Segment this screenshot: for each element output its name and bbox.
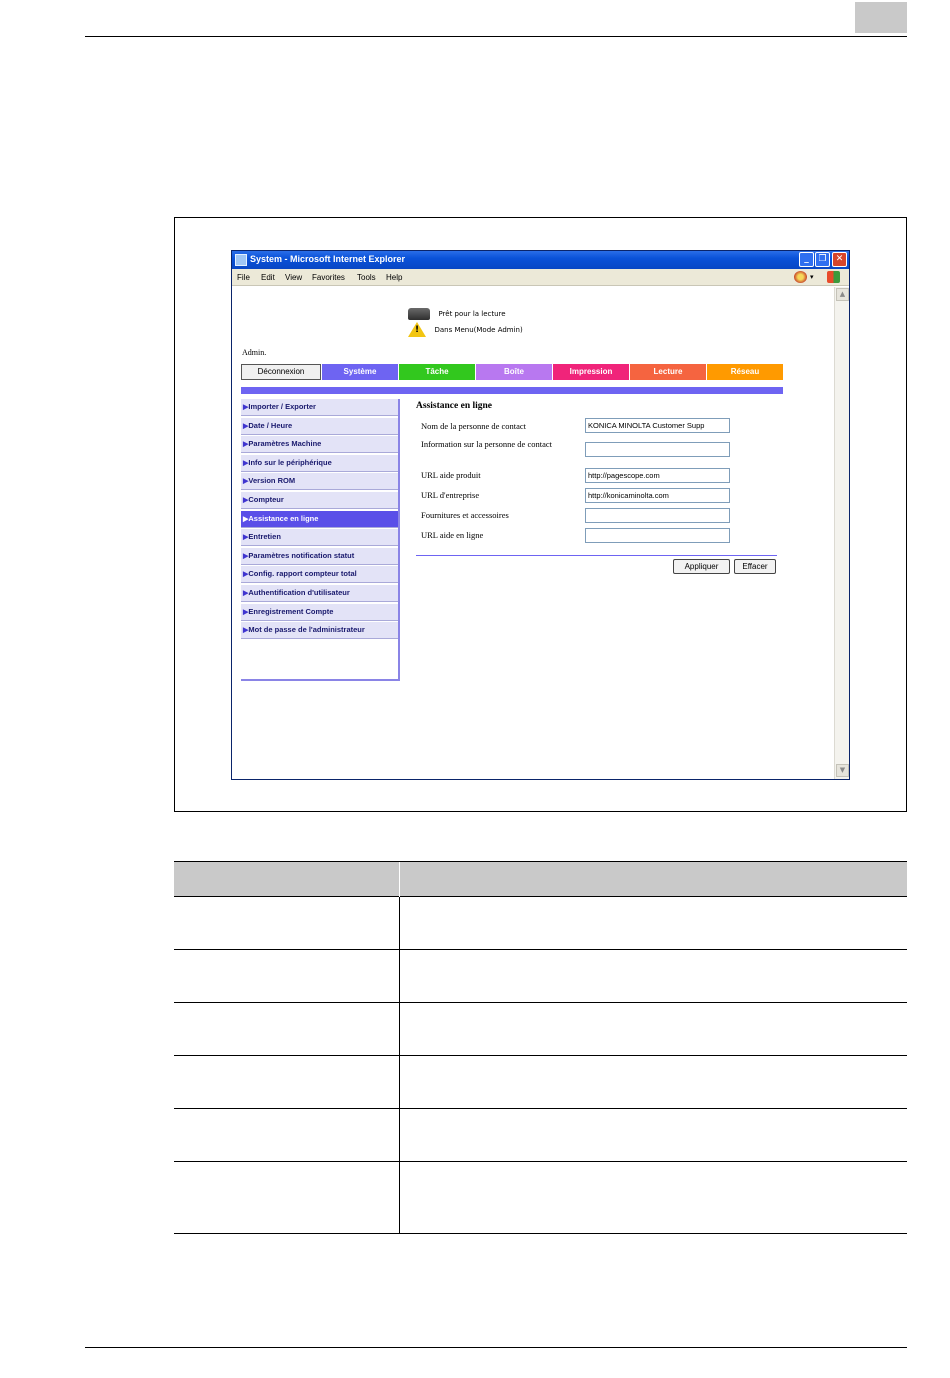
- supplies-input[interactable]: [585, 508, 730, 523]
- sidebar-item-version-rom[interactable]: ▶Version ROM: [241, 473, 398, 491]
- sidebar-item-label: Paramètres notification statut: [248, 550, 355, 560]
- sidebar-item-label: Importer / Exporter: [248, 402, 316, 411]
- sidebar-item-label: Mot de passe de l'administrateur: [248, 625, 365, 635]
- menu-favorites[interactable]: Favorites: [312, 273, 345, 282]
- maximize-button[interactable]: ❐: [815, 252, 830, 267]
- sidebar-item-entretien[interactable]: ▶Entretien: [241, 529, 398, 547]
- row-divider: [399, 1003, 400, 1055]
- label-company-url: URL d'entreprise: [421, 490, 480, 500]
- chevron-down-icon[interactable]: ▾: [810, 273, 814, 281]
- minimize-button[interactable]: _: [799, 252, 814, 267]
- sidebar-item-rapport-compteur[interactable]: ▶Config. rapport compteur total: [241, 566, 398, 584]
- sidebar-item-label: Config. rapport compteur total: [248, 569, 357, 579]
- menu-tools[interactable]: Tools: [357, 273, 376, 282]
- apply-button[interactable]: Appliquer: [673, 559, 730, 574]
- sidebar-item-notification-statut[interactable]: ▶Paramètres notification statut: [241, 547, 398, 565]
- sidebar-item-date-heure[interactable]: ▶Date / Heure: [241, 417, 398, 435]
- sidebar-item-label: Paramètres Machine: [248, 439, 322, 449]
- header-divider: [399, 862, 400, 898]
- label-contact-info: Information sur la personne de contact: [421, 439, 552, 449]
- menu-view[interactable]: View: [285, 273, 302, 282]
- tab-systeme[interactable]: Système: [322, 364, 398, 380]
- sidebar-item-label: Enregistrement Compte: [248, 606, 334, 616]
- table-row: [174, 1056, 907, 1109]
- footer-rule: [85, 1347, 907, 1348]
- row-divider: [399, 1109, 400, 1161]
- tab-boite[interactable]: Boîte: [476, 364, 552, 380]
- label-contact-name: Nom de la personne de contact: [421, 421, 527, 431]
- label-online-help-url: URL aide en ligne: [421, 530, 484, 540]
- tab-impression[interactable]: Impression: [553, 364, 629, 380]
- tab-tache[interactable]: Tâche: [399, 364, 475, 380]
- sidebar-item-compteur[interactable]: ▶Compteur: [241, 491, 398, 509]
- logout-button[interactable]: Déconnexion: [241, 364, 321, 380]
- header-rule: [85, 36, 907, 37]
- table-row: [174, 1109, 907, 1162]
- tab-reseau[interactable]: Réseau: [707, 364, 783, 380]
- title-bar[interactable]: System - Microsoft Internet Explorer _ ❐…: [232, 251, 849, 269]
- sidebar-divider: [398, 399, 400, 681]
- table-row: [174, 950, 907, 1003]
- sidebar-item-label: Authentification d'utilisateur: [248, 587, 350, 597]
- table-row: [174, 1003, 907, 1056]
- status-mode-row: ! Dans Menu(Mode Admin): [408, 321, 523, 339]
- browser-window: System - Microsoft Internet Explorer _ ❐…: [231, 250, 850, 780]
- sidebar-item-label: Info sur le périphérique: [248, 457, 332, 467]
- sidebar: ▶Importer / Exporter ▶Date / Heure ▶Para…: [241, 399, 401, 641]
- sidebar-item-label: Date / Heure: [248, 420, 293, 430]
- product-help-url-input[interactable]: http://pagescope.com: [585, 468, 730, 483]
- sidebar-item-authentification[interactable]: ▶Authentification d'utilisateur: [241, 584, 398, 602]
- menu-edit[interactable]: Edit: [261, 273, 275, 282]
- sidebar-item-parametres-machine[interactable]: ▶Paramètres Machine: [241, 436, 398, 454]
- sidebar-item-importer-exporter[interactable]: ▶Importer / Exporter: [241, 399, 398, 416]
- table-row: [174, 897, 907, 950]
- ie-icon: [235, 254, 247, 266]
- online-help-url-input[interactable]: [585, 528, 730, 543]
- user-label: Admin.: [242, 348, 267, 357]
- vertical-scrollbar[interactable]: ▲ ▼: [834, 287, 849, 779]
- window-title: System - Microsoft Internet Explorer: [250, 254, 406, 264]
- row-divider: [399, 1162, 400, 1233]
- printer-icon: [408, 307, 430, 320]
- form-divider: [416, 555, 777, 556]
- row-divider: [399, 897, 400, 949]
- tab-underline: [241, 387, 783, 394]
- clear-button[interactable]: Effacer: [734, 559, 776, 574]
- menu-help[interactable]: Help: [386, 273, 402, 282]
- sidebar-item-label: Assistance en ligne: [248, 513, 319, 523]
- form-title: Assistance en ligne: [416, 401, 492, 411]
- contact-info-input[interactable]: [585, 442, 730, 457]
- contact-name-input[interactable]: KONICA MINOLTA Customer Supp: [585, 418, 730, 433]
- sidebar-item-assistance-en-ligne[interactable]: ▶Assistance en ligne: [241, 510, 398, 528]
- sidebar-item-mot-de-passe-admin[interactable]: ▶Mot de passe de l'administrateur: [241, 622, 398, 640]
- toolbar-globe-icon[interactable]: [794, 271, 807, 283]
- table-row: [174, 1162, 907, 1234]
- row-divider: [399, 950, 400, 1002]
- sidebar-item-enregistrement-compte[interactable]: ▶Enregistrement Compte: [241, 603, 398, 621]
- chapter-tab-box: [855, 2, 907, 33]
- status-ready-text: Prêt pour la lecture: [438, 309, 506, 318]
- menu-file[interactable]: File: [237, 273, 250, 282]
- table-header: [174, 861, 907, 898]
- scroll-up-icon[interactable]: ▲: [836, 288, 849, 301]
- sidebar-item-info-peripherique[interactable]: ▶Info sur le périphérique: [241, 454, 398, 472]
- scroll-down-icon[interactable]: ▼: [836, 764, 849, 777]
- sidebar-bottom-rule: [241, 679, 399, 681]
- label-product-help-url: URL aide produit: [421, 470, 481, 480]
- company-url-input[interactable]: http://konicaminolta.com: [585, 488, 730, 503]
- menu-bar: File Edit View Favorites Tools Help ▾: [232, 269, 849, 286]
- sidebar-item-label: Version ROM: [248, 476, 296, 486]
- windows-flag-icon: [827, 271, 840, 283]
- tab-lecture[interactable]: Lecture: [630, 364, 706, 380]
- sidebar-item-label: Entretien: [248, 532, 281, 542]
- status-mode-text: Dans Menu(Mode Admin): [434, 325, 523, 334]
- page-content: Prêt pour la lecture ! Dans Menu(Mode Ad…: [232, 287, 834, 779]
- close-button[interactable]: ✕: [832, 252, 847, 267]
- warning-icon: !: [408, 322, 426, 338]
- row-divider: [399, 1056, 400, 1108]
- sidebar-item-label: Compteur: [248, 494, 284, 504]
- label-supplies: Fournitures et accessoires: [421, 510, 509, 520]
